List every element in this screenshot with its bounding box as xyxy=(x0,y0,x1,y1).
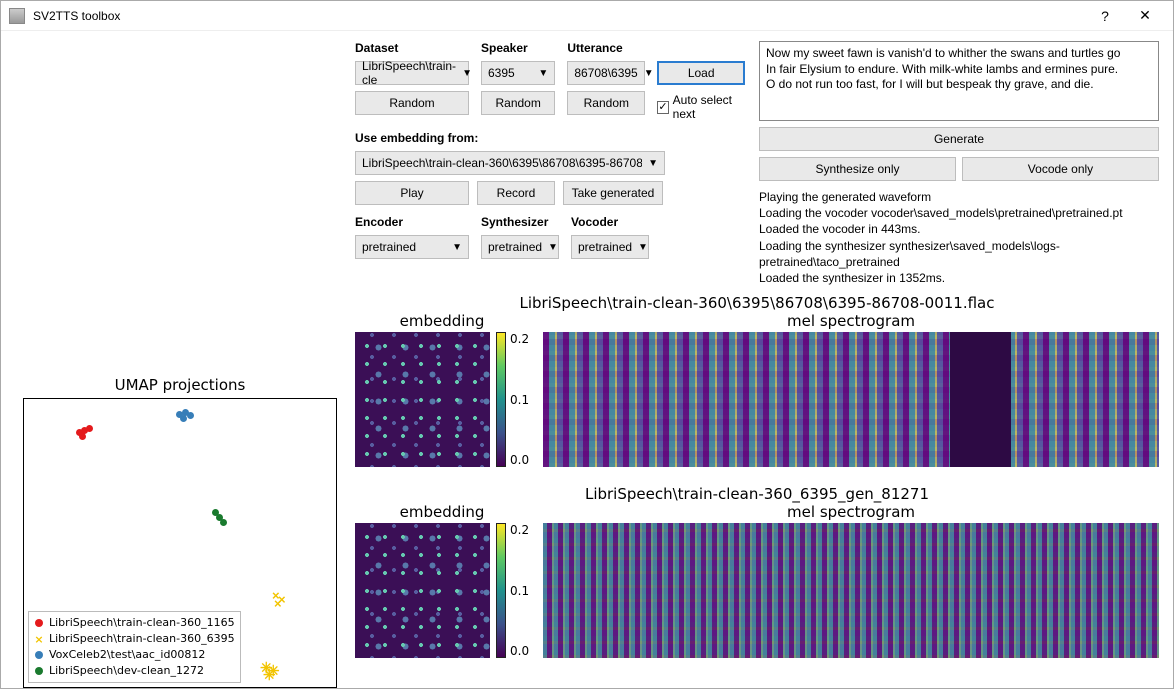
embedding-label: embedding xyxy=(400,503,485,521)
umap-panel: UMAP projections xyxy=(15,376,345,688)
vocoder-label: Vocoder xyxy=(571,215,649,229)
generated-mel-spectrogram xyxy=(543,523,1159,658)
chevron-down-icon: ▼ xyxy=(638,242,648,253)
speaker-random-button[interactable]: Random xyxy=(481,91,555,115)
generated-embedding-heatmap xyxy=(355,523,490,658)
umap-point xyxy=(180,415,187,422)
utterance-label: Utterance xyxy=(567,41,645,55)
utterance-select[interactable]: 86708\6395▼ xyxy=(567,61,645,85)
mel-label: mel spectrogram xyxy=(787,503,915,521)
app-icon xyxy=(9,8,25,24)
help-button[interactable]: ? xyxy=(1085,2,1125,30)
load-button[interactable]: Load xyxy=(657,61,745,85)
colorbar: 0.2 0.1 0.0 xyxy=(496,332,529,467)
mel-label: mel spectrogram xyxy=(787,312,915,330)
umap-point: × xyxy=(274,597,282,610)
encoder-label: Encoder xyxy=(355,215,469,229)
window-title: SV2TTS toolbox xyxy=(33,9,1085,23)
title-bar: SV2TTS toolbox ? ✕ xyxy=(1,1,1173,31)
checkbox-icon: ✓ xyxy=(657,101,668,114)
synthesize-only-button[interactable]: Synthesize only xyxy=(759,157,956,181)
legend-item: VoxCeleb2\test\aac_id00812 xyxy=(34,647,235,663)
dataset-select[interactable]: LibriSpeech\train-cle▼ xyxy=(355,61,469,85)
dataset-label: Dataset xyxy=(355,41,469,55)
utterance-random-button[interactable]: Random xyxy=(567,91,645,115)
umap-point xyxy=(187,412,194,419)
umap-point: ✳ xyxy=(263,668,276,683)
umap-point xyxy=(86,425,93,432)
generated-filepath-title: LibriSpeech\train-clean-360_6395_gen_812… xyxy=(355,485,1159,503)
source-mel-spectrogram xyxy=(543,332,1159,467)
umap-plot: × × × ✳ ✳ ✳ LibriSpeech\train-clean-360_… xyxy=(23,398,337,688)
vocoder-select[interactable]: pretrained▼ xyxy=(571,235,649,259)
chevron-down-icon: ▼ xyxy=(548,242,558,253)
umap-title: UMAP projections xyxy=(15,376,345,394)
legend-item: LibriSpeech\dev-clean_1272 xyxy=(34,663,235,679)
log-output: Playing the generated waveform Loading t… xyxy=(759,189,1159,286)
encoder-select[interactable]: pretrained▼ xyxy=(355,235,469,259)
legend-item: ×LibriSpeech\train-clean-360_6395 xyxy=(34,631,235,647)
use-embedding-label: Use embedding from: xyxy=(355,131,745,145)
close-button[interactable]: ✕ xyxy=(1125,2,1165,30)
speaker-label: Speaker xyxy=(481,41,555,55)
auto-select-checkbox[interactable]: ✓ Auto select next xyxy=(657,93,745,121)
generate-button[interactable]: Generate xyxy=(759,127,1159,151)
source-filepath-title: LibriSpeech\train-clean-360\6395\86708\6… xyxy=(355,294,1159,312)
chevron-down-icon: ▼ xyxy=(452,242,462,253)
embedding-select[interactable]: LibriSpeech\train-clean-360\6395\86708\6… xyxy=(355,151,665,175)
chevron-down-icon: ▼ xyxy=(538,68,548,79)
chevron-down-icon: ▼ xyxy=(462,68,472,79)
umap-point xyxy=(79,433,86,440)
colorbar: 0.2 0.1 0.0 xyxy=(496,523,529,658)
embedding-label: embedding xyxy=(400,312,485,330)
take-generated-button[interactable]: Take generated xyxy=(563,181,663,205)
umap-legend: LibriSpeech\train-clean-360_1165 ×LibriS… xyxy=(28,611,241,683)
legend-item: LibriSpeech\train-clean-360_1165 xyxy=(34,615,235,631)
synthesizer-label: Synthesizer xyxy=(481,215,559,229)
chevron-down-icon: ▼ xyxy=(644,68,654,79)
speaker-select[interactable]: 6395▼ xyxy=(481,61,555,85)
umap-point xyxy=(220,519,227,526)
source-embedding-heatmap xyxy=(355,332,490,467)
record-button[interactable]: Record xyxy=(477,181,555,205)
vocode-only-button[interactable]: Vocode only xyxy=(962,157,1159,181)
text-input[interactable]: Now my sweet fawn is vanish'd to whither… xyxy=(759,41,1159,121)
synthesizer-select[interactable]: pretrained▼ xyxy=(481,235,559,259)
dataset-random-button[interactable]: Random xyxy=(355,91,469,115)
chevron-down-icon: ▼ xyxy=(648,158,658,169)
play-button[interactable]: Play xyxy=(355,181,469,205)
